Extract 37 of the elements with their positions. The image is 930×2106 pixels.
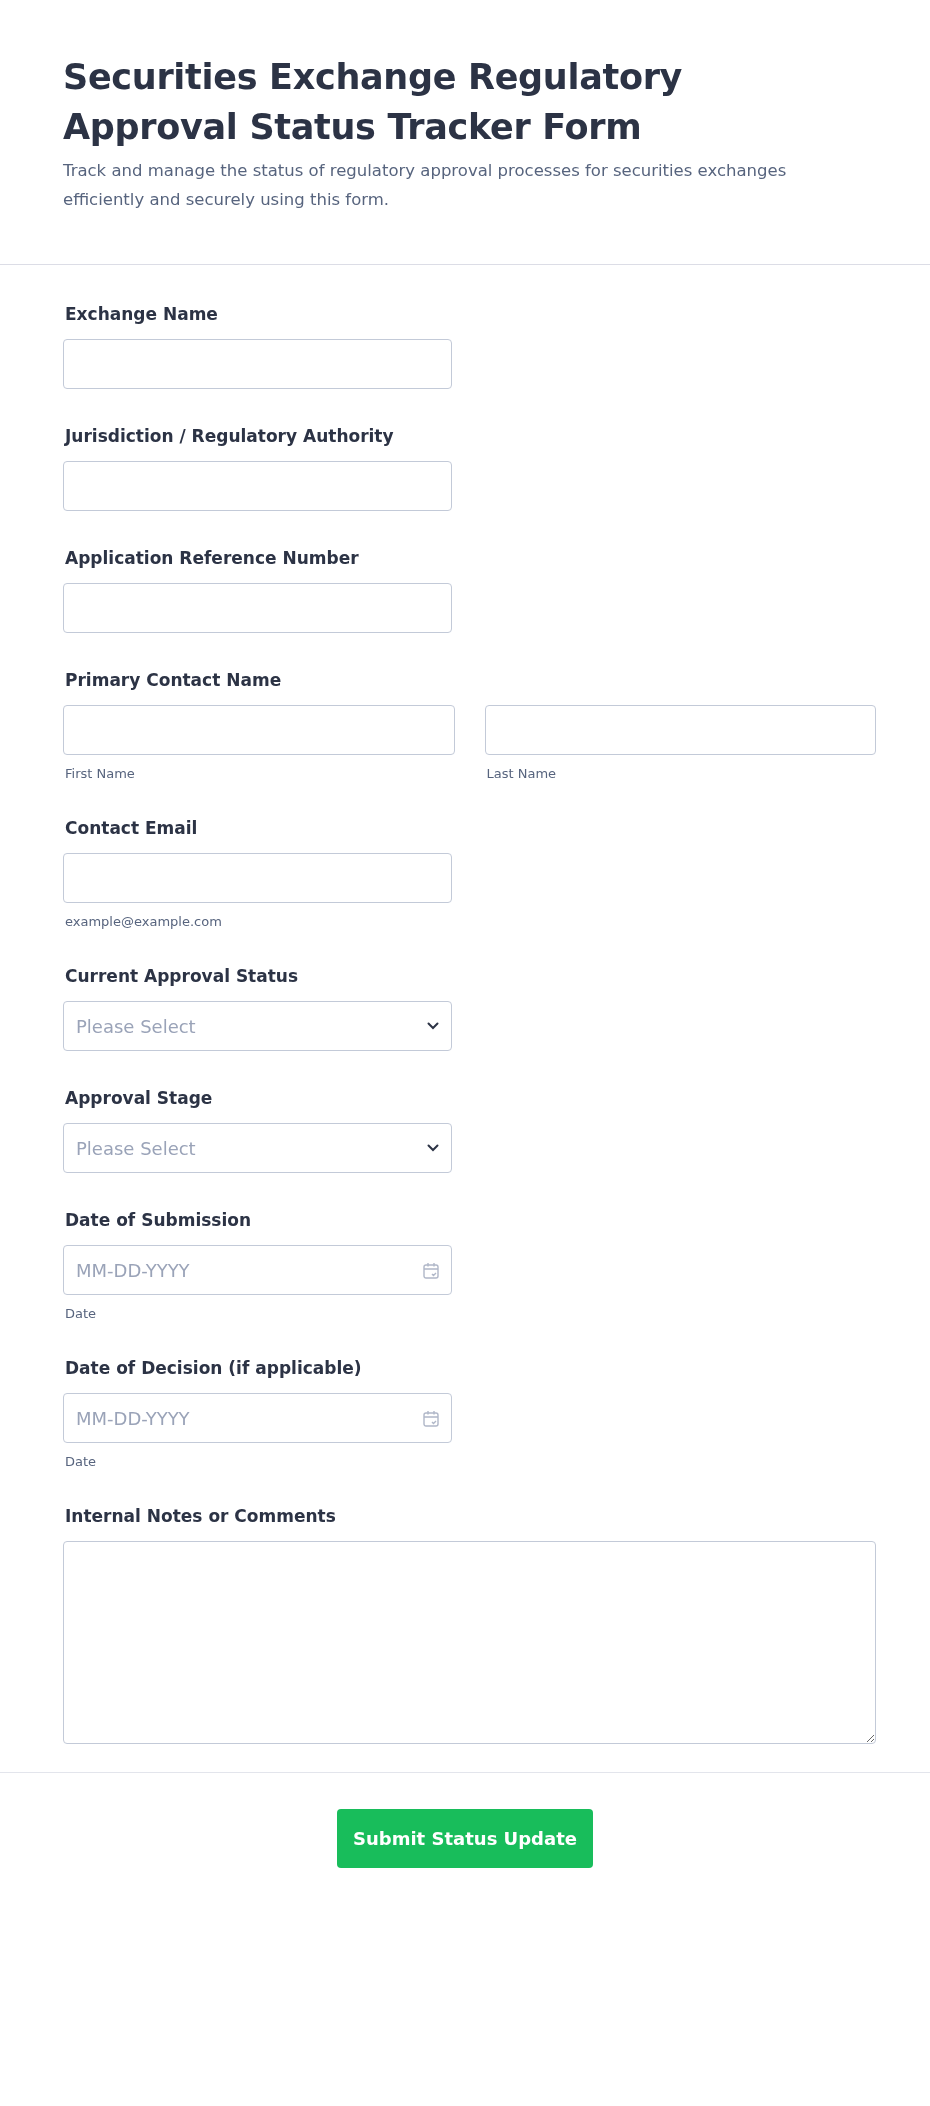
form-description: Track and manage the status of regulatory approval processes for securities exchanges efficiently and securely using this form. <box>63 160 788 211</box>
field-hint: Date <box>65 1454 98 1469</box>
date-field[interactable]: MM-DD-YYYY <box>63 1245 452 1295</box>
chevron-down-icon <box>427 1022 439 1030</box>
text-field[interactable] <box>484 705 876 755</box>
dropdown-field[interactable]: Please Select <box>63 1001 452 1051</box>
field-hint: Last Name <box>486 766 558 781</box>
text-field[interactable] <box>63 583 452 633</box>
field-label: Current Approval Status <box>65 965 300 987</box>
calendar-icon[interactable] <box>423 1261 439 1279</box>
notes-field[interactable] <box>63 1541 876 1744</box>
chevron-down-icon <box>427 1144 439 1152</box>
text-field[interactable] <box>63 339 452 389</box>
form-title: Securities Exchange Regulatory Approval Status Tracker Form <box>63 56 684 149</box>
placeholder-text: MM-DD-YYYY <box>76 1259 191 1281</box>
field-label: Jurisdiction / Regulatory Authority <box>65 425 395 447</box>
text-field[interactable] <box>63 461 452 511</box>
date-field[interactable]: MM-DD-YYYY <box>63 1393 452 1443</box>
field-label: Internal Notes or Comments <box>65 1505 337 1527</box>
placeholder-text: Please Select <box>76 1137 197 1159</box>
field-label: Contact Email <box>65 817 199 839</box>
placeholder-text: MM-DD-YYYY <box>76 1407 191 1429</box>
field-label: Date of Decision (if applicable) <box>65 1357 363 1379</box>
dropdown-field[interactable]: Please Select <box>63 1123 452 1173</box>
field-label: Approval Stage <box>65 1087 214 1109</box>
text-field[interactable] <box>63 705 455 755</box>
placeholder-text: Please Select <box>76 1015 197 1037</box>
email-field[interactable] <box>63 853 452 903</box>
field-label: Exchange Name <box>65 303 219 325</box>
field-label: Date of Submission <box>65 1209 253 1231</box>
field-label: Primary Contact Name <box>65 669 283 691</box>
field-hint: Date <box>65 1306 98 1321</box>
field-hint: example@example.com <box>65 914 223 929</box>
field-hint: First Name <box>65 766 136 781</box>
field-label: Application Reference Number <box>65 547 360 569</box>
submit-button[interactable]: Submit Status Update <box>337 1809 593 1868</box>
calendar-icon[interactable] <box>423 1409 439 1427</box>
